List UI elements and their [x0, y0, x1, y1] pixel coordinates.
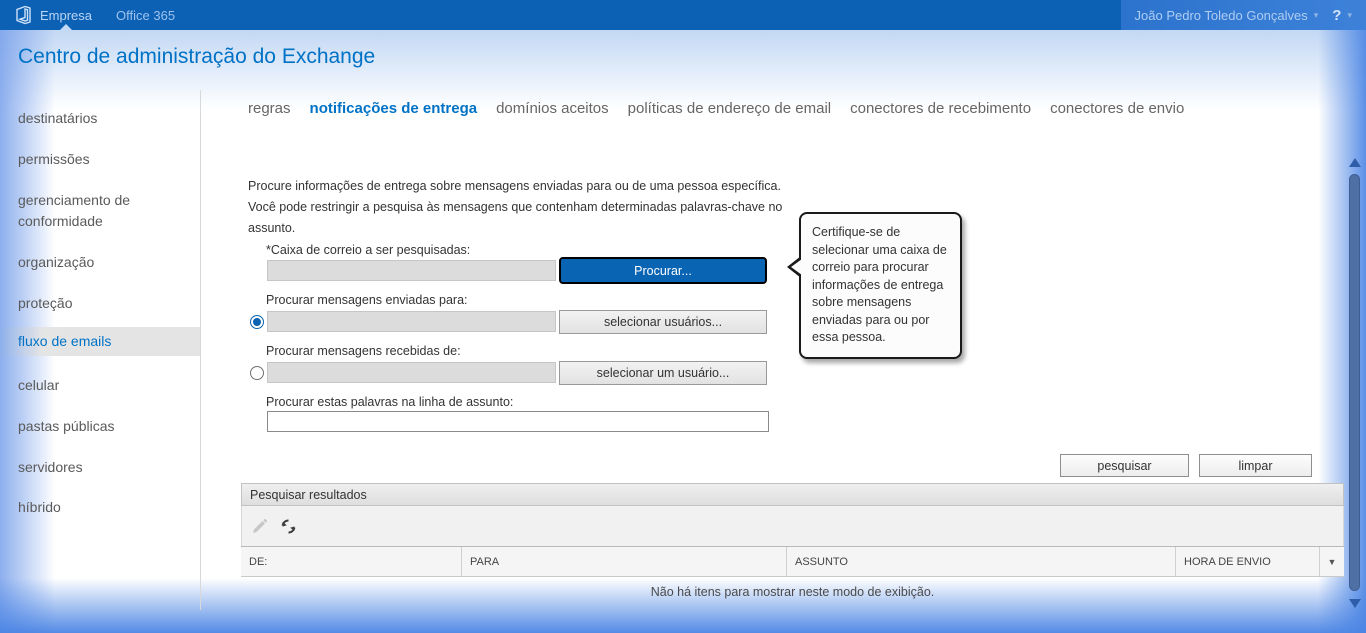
sidebar-item-hibrido[interactable]: híbrido [0, 493, 200, 522]
select-users-button[interactable]: selecionar usuários... [559, 310, 767, 334]
subject-input[interactable] [267, 411, 769, 432]
sidebar-item-celular[interactable]: celular [0, 371, 200, 400]
callout-text: Certifique-se de selecionar uma caixa de… [812, 225, 947, 344]
mailbox-help-callout: Certifique-se de selecionar uma caixa de… [799, 212, 962, 359]
user-name: João Pedro Toledo Gonçalves [1135, 8, 1308, 23]
sidebar-item-gerenciamento-conformidade[interactable]: gerenciamento de conformidade [0, 186, 185, 236]
sent-to-radio[interactable] [250, 315, 264, 329]
column-header-hora-de-envio[interactable]: HORA DE ENVIO [1176, 547, 1319, 576]
brand-tab-office365[interactable]: Office 365 [116, 0, 175, 30]
search-intro-text: Procure informações de entrega sobre men… [248, 176, 796, 239]
page-title: Centro de administração do Exchange [18, 45, 375, 69]
tab-notificacoes-de-entrega[interactable]: notificações de entrega [310, 100, 478, 117]
brand-tab-empresa[interactable]: Empresa [40, 0, 92, 30]
scroll-up-arrow-icon[interactable] [1349, 158, 1361, 167]
help-menu[interactable]: ? ▾ [1332, 7, 1352, 24]
column-header-assunto[interactable]: ASSUNTO [787, 547, 1176, 576]
results-toolbar [241, 506, 1344, 546]
results-table-header: DE: PARA ASSUNTO HORA DE ENVIO ▼ [241, 546, 1344, 577]
select-user-button[interactable]: selecionar um usuário... [559, 361, 767, 385]
clear-button[interactable]: limpar [1199, 454, 1312, 477]
mailbox-label: *Caixa de correio a ser pesquisadas: [266, 243, 470, 257]
tab-conectores-de-envio[interactable]: conectores de envio [1050, 100, 1184, 117]
sent-to-input[interactable] [267, 311, 556, 332]
empty-results-message: Não há itens para mostrar neste modo de … [241, 585, 1344, 599]
subject-label: Procurar estas palavras na linha de assu… [266, 395, 513, 409]
column-header-para[interactable]: PARA [462, 547, 787, 576]
top-navigation-bar: Empresa Office 365 João Pedro Toledo Gon… [0, 0, 1366, 30]
scrollbar-thumb[interactable] [1349, 174, 1360, 591]
sidebar-item-fluxo-de-emails[interactable]: fluxo de emails [0, 327, 200, 356]
results-title: Pesquisar resultados [250, 488, 367, 502]
sidebar-item-destinatarios[interactable]: destinatários [0, 104, 200, 133]
browse-button[interactable]: Procurar... [559, 257, 767, 284]
tab-regras[interactable]: regras [248, 100, 291, 117]
column-options-dropdown[interactable]: ▼ [1319, 547, 1344, 576]
search-button[interactable]: pesquisar [1060, 454, 1189, 477]
column-header-de[interactable]: DE: [241, 547, 462, 576]
received-from-radio[interactable] [250, 366, 264, 380]
edit-pencil-icon[interactable] [251, 518, 268, 535]
chevron-down-icon: ▾ [1314, 10, 1319, 21]
tab-dominios-aceitos[interactable]: domínios aceitos [496, 100, 609, 117]
sidebar-item-servidores[interactable]: servidores [0, 453, 200, 482]
chevron-down-icon: ▾ [1347, 10, 1352, 21]
topbar-right-section: João Pedro Toledo Gonçalves ▾ ? ▾ [1121, 0, 1366, 30]
section-tabs: regras notificações de entrega domínios … [248, 100, 1184, 117]
vertical-scrollbar [1348, 158, 1361, 608]
user-menu[interactable]: João Pedro Toledo Gonçalves ▾ [1135, 8, 1319, 23]
scroll-down-arrow-icon[interactable] [1349, 599, 1361, 608]
help-icon: ? [1332, 7, 1341, 24]
sidebar-navigation: destinatários permissões gerenciamento d… [0, 90, 201, 610]
results-panel-header: Pesquisar resultados [241, 483, 1344, 506]
sidebar-item-protecao[interactable]: proteção [0, 289, 200, 318]
tab-conectores-de-recebimento[interactable]: conectores de recebimento [850, 100, 1031, 117]
tab-politicas-de-endereco[interactable]: políticas de endereço de email [628, 100, 831, 117]
received-from-label: Procurar mensagens recebidas de: [266, 344, 461, 358]
sort-dropdown-icon: ▼ [1328, 557, 1337, 567]
sent-to-label: Procurar mensagens enviadas para: [266, 293, 468, 307]
sidebar-item-organizacao[interactable]: organização [0, 248, 200, 277]
refresh-icon[interactable] [280, 518, 297, 535]
brand-tabs: Empresa Office 365 [40, 0, 175, 30]
office-logo-icon [13, 5, 33, 25]
sidebar-item-permissoes[interactable]: permissões [0, 145, 200, 174]
mailbox-input[interactable] [267, 260, 556, 281]
exchange-admin-center: Empresa Office 365 João Pedro Toledo Gon… [0, 0, 1366, 633]
sidebar-item-pastas-publicas[interactable]: pastas públicas [0, 412, 200, 441]
received-from-input[interactable] [267, 362, 556, 383]
